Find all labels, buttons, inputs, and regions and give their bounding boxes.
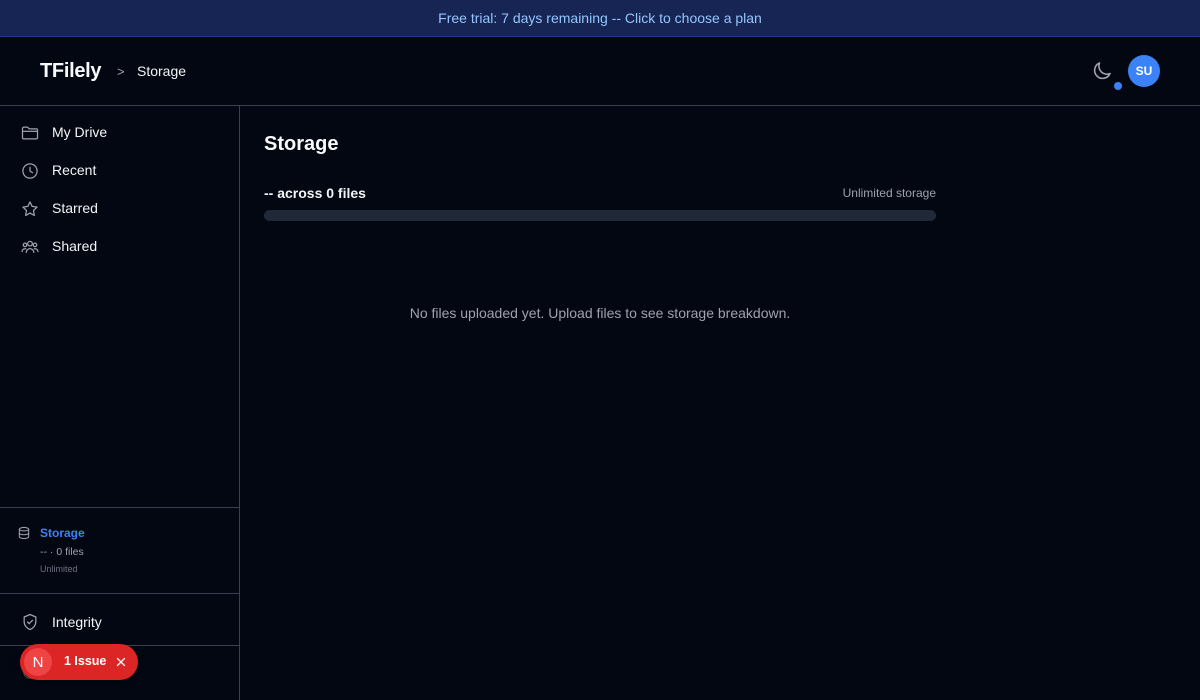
trial-banner[interactable]: Free trial: 7 days remaining -- Click to…	[0, 0, 1200, 37]
issues-badge[interactable]: N 1 Issue	[20, 644, 138, 680]
folder-icon	[20, 123, 40, 143]
main-content: Storage -- across 0 files Unlimited stor…	[240, 106, 1200, 700]
sidebar-storage-limit: Unlimited	[40, 564, 78, 574]
top-header: TFilely > Storage SU	[0, 37, 1200, 106]
clock-icon	[20, 161, 40, 181]
page-title: Storage	[264, 133, 339, 155]
sidebar-item-label: Integrity	[52, 614, 102, 630]
sidebar-storage-summary-text: -- · 0 files	[40, 546, 84, 558]
issue-logo-letter[interactable]: N	[24, 648, 52, 676]
brand-logo[interactable]: TFilely	[40, 60, 102, 83]
sidebar-item-shared[interactable]: Shared	[0, 227, 239, 265]
storage-usage-text: -- across 0 files	[264, 185, 366, 201]
sidebar-item-integrity[interactable]: Integrity	[0, 602, 239, 646]
sidebar-item-label: Recent	[52, 162, 97, 178]
trial-banner-text[interactable]: Free trial: 7 days remaining -- Click to…	[438, 10, 762, 26]
sidebar-item-label: Shared	[52, 238, 98, 254]
star-icon	[20, 199, 40, 219]
moon-icon	[1093, 62, 1111, 80]
issue-count-label[interactable]: 1 Issue	[64, 654, 106, 668]
sidebar-item-starred[interactable]: Starred	[0, 189, 239, 227]
sidebar-item-my-drive[interactable]: My Drive	[0, 113, 239, 151]
sidebar-item-label: Starred	[52, 200, 98, 216]
sidebar-storage-title: Storage	[40, 526, 85, 540]
theme-toggle-button[interactable]	[1090, 59, 1114, 83]
empty-state-message: No files uploaded yet. Upload files to s…	[409, 305, 791, 321]
sidebar-storage-summary[interactable]: Storage -- · 0 files Unlimited	[0, 507, 239, 594]
breadcrumb-current: Storage	[137, 63, 187, 79]
notification-dot	[1114, 82, 1122, 90]
breadcrumb-separator: >	[117, 64, 125, 79]
users-icon	[20, 237, 40, 257]
close-icon[interactable]	[114, 655, 128, 669]
user-avatar[interactable]: SU	[1128, 55, 1160, 87]
sidebar-item-recent[interactable]: Recent	[0, 151, 239, 189]
database-icon	[17, 526, 31, 540]
sidebar-item-label: My Drive	[52, 124, 108, 140]
shield-check-icon	[20, 612, 40, 632]
storage-limit-text: Unlimited storage	[842, 186, 936, 200]
sidebar: My Drive Recent Starred Shared Storage -…	[0, 106, 240, 700]
storage-progress-bar	[264, 210, 936, 221]
